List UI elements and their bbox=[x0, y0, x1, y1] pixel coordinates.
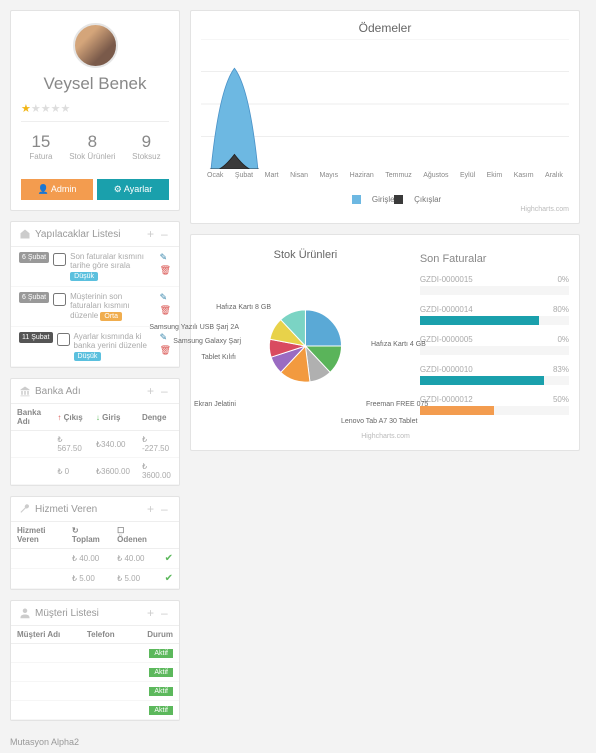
customers-panel: Müşteri Listesi +– Müşteri Adı Telefon D… bbox=[10, 600, 180, 721]
admin-button[interactable]: 👤 Admin bbox=[21, 179, 93, 200]
panel-title: Hizmeti Veren bbox=[35, 504, 97, 515]
todo-date: 11 Şubat bbox=[19, 332, 53, 343]
todos-panel: Yapılacaklar Listesi +– 6 Şubat Son fatu… bbox=[10, 221, 180, 368]
pie-label: Ekran Jelatini bbox=[194, 401, 236, 408]
stock-invoice-card: Stok Ürünleri Hafıza Kartı 4 GBFreeman F… bbox=[190, 234, 580, 451]
add-icon[interactable]: + bbox=[147, 386, 157, 396]
stat: 9Stoksuz bbox=[132, 132, 160, 161]
todo-checkbox[interactable] bbox=[53, 253, 66, 266]
table-row: ₺ 567.50₺340.00₺ -227.50 bbox=[11, 431, 179, 458]
settings-button[interactable]: ⚙ Ayarlar bbox=[97, 179, 169, 200]
table-row: Aktif bbox=[11, 644, 179, 663]
check-icon: ✔ bbox=[165, 553, 173, 564]
pie-label: Tablet Kılıfı bbox=[201, 354, 236, 361]
customers-table: Müşteri Adı Telefon Durum AktifAktifAkti… bbox=[11, 626, 179, 720]
status-badge: Aktif bbox=[149, 668, 173, 677]
invoice-item: GZDI-000001083% bbox=[420, 365, 569, 385]
todo-checkbox[interactable] bbox=[57, 333, 70, 346]
todo-text: Son faturalar kısmını tarihe göre sırala… bbox=[70, 252, 155, 281]
footer-text: Mutasyon Alpha2 bbox=[0, 731, 596, 753]
table-row: ₺ 0₺3600.00₺ 3600.00 bbox=[11, 458, 179, 485]
status-badge: Aktif bbox=[149, 649, 173, 658]
rating-stars: ★★★★★ bbox=[21, 96, 169, 121]
invoice-code[interactable]: GZDI-0000010 bbox=[420, 365, 473, 374]
user-icon bbox=[19, 607, 31, 619]
stat: 15Fatura bbox=[29, 132, 52, 161]
edit-icon[interactable]: ✎ bbox=[160, 252, 171, 263]
payments-area-chart: 2k4k6k8k bbox=[201, 39, 569, 169]
pie-title: Stok Ürünleri bbox=[201, 249, 410, 261]
check-icon: ✔ bbox=[165, 573, 173, 584]
stat: 8Stok Ürünleri bbox=[69, 132, 115, 161]
delete-icon[interactable]: 🗑 bbox=[160, 305, 171, 316]
todo-item: 6 Şubat Müşterinin son faturaları kısmın… bbox=[11, 287, 179, 327]
invoice-item: GZDI-000001250% bbox=[420, 395, 569, 415]
invoice-code[interactable]: GZDI-0000005 bbox=[420, 335, 473, 344]
banks-panel: Banka Adı +– Banka Adı ↑ Çıkış ↓ Giriş D… bbox=[10, 378, 180, 486]
invoices-title: Son Faturalar bbox=[420, 253, 569, 265]
edit-icon[interactable]: ✎ bbox=[160, 332, 171, 343]
wrench-icon bbox=[19, 503, 31, 515]
add-icon[interactable]: + bbox=[147, 504, 157, 514]
panel-title: Banka Adı bbox=[35, 386, 81, 397]
status-badge: Aktif bbox=[149, 706, 173, 715]
delete-icon[interactable]: 🗑 bbox=[160, 265, 171, 276]
services-table: Hizmeti Veren ↻ Toplam ☐ Ödenen ₺ 40.00₺… bbox=[11, 522, 179, 589]
invoice-item: GZDI-00000050% bbox=[420, 335, 569, 355]
services-panel: Hizmeti Veren +– Hizmeti Veren ↻ Toplam … bbox=[10, 496, 180, 590]
pie-label: Hafıza Kartı 8 GB bbox=[216, 304, 271, 311]
todo-item: 11 Şubat Ayarlar kısmında ki banka yerin… bbox=[11, 327, 179, 367]
panel-title: Yapılacaklar Listesi bbox=[35, 229, 120, 240]
collapse-icon[interactable]: – bbox=[161, 386, 171, 396]
todo-date: 6 Şubat bbox=[19, 252, 49, 263]
delete-icon[interactable]: 🗑 bbox=[160, 345, 171, 356]
table-row: ₺ 5.00₺ 5.00✔ bbox=[11, 569, 179, 589]
profile-name: Veysel Benek bbox=[21, 74, 169, 94]
table-row: Aktif bbox=[11, 701, 179, 720]
collapse-icon[interactable]: – bbox=[161, 504, 171, 514]
table-row: Aktif bbox=[11, 682, 179, 701]
collapse-icon[interactable]: – bbox=[161, 229, 171, 239]
avatar bbox=[73, 23, 118, 68]
todo-text: Müşterinin son faturaları kısmını düzenl… bbox=[70, 292, 155, 321]
profile-card: Veysel Benek ★★★★★ 15Fatura 8Stok Ürünler… bbox=[10, 10, 180, 211]
chart-legend: Girişler Çıkışlar bbox=[201, 195, 569, 204]
payments-chart-card: Ödemeler 2k4k6k8k OcakŞubatMartNisanMayı… bbox=[190, 10, 580, 224]
table-row: ₺ 40.00₺ 40.00✔ bbox=[11, 549, 179, 569]
home-icon bbox=[19, 228, 31, 240]
invoice-code[interactable]: GZDI-0000014 bbox=[420, 305, 473, 314]
todo-text: Ayarlar kısmında ki banka yerini düzenle… bbox=[74, 332, 156, 361]
panel-title: Müşteri Listesi bbox=[35, 608, 99, 619]
status-badge: Aktif bbox=[149, 687, 173, 696]
bank-icon bbox=[19, 385, 31, 397]
add-icon[interactable]: + bbox=[147, 608, 157, 618]
pie-label: Samsung Yazılı USB Şarj 2A bbox=[149, 324, 239, 331]
pie-label: Lenovo Tab A7 30 Tablet bbox=[341, 418, 417, 425]
table-row: Aktif bbox=[11, 663, 179, 682]
edit-icon[interactable]: ✎ bbox=[160, 292, 171, 303]
chart-title: Ödemeler bbox=[201, 21, 569, 35]
add-icon[interactable]: + bbox=[147, 229, 157, 239]
todo-checkbox[interactable] bbox=[53, 293, 66, 306]
todo-date: 6 Şubat bbox=[19, 292, 49, 303]
todo-item: 6 Şubat Son faturalar kısmını tarihe gör… bbox=[11, 247, 179, 287]
invoice-item: GZDI-000001480% bbox=[420, 305, 569, 325]
invoice-code[interactable]: GZDI-0000015 bbox=[420, 275, 473, 284]
collapse-icon[interactable]: – bbox=[161, 608, 171, 618]
banks-table: Banka Adı ↑ Çıkış ↓ Giriş Denge ₺ 567.50… bbox=[11, 404, 179, 485]
invoice-item: GZDI-00000150% bbox=[420, 275, 569, 295]
pie-label: Samsung Galaxy Şarj bbox=[173, 338, 241, 345]
pie-label: Hafıza Kartı 4 GB bbox=[371, 341, 426, 348]
